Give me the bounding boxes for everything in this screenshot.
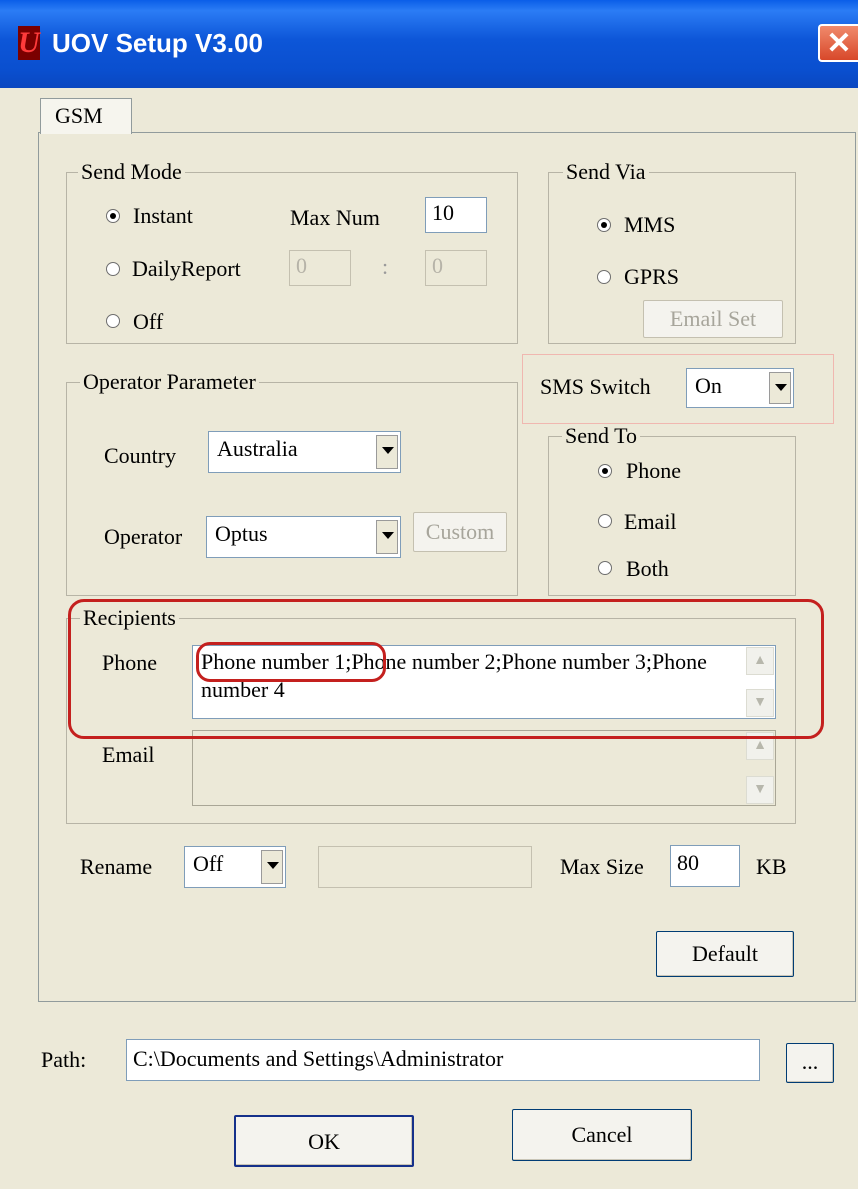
cancel-button[interactable]: Cancel	[512, 1109, 692, 1161]
app-logo-icon: U	[18, 26, 40, 60]
sms-switch-label: SMS Switch	[540, 374, 651, 399]
max-num-input[interactable]: 10	[425, 197, 487, 233]
ok-button[interactable]: OK	[234, 1115, 414, 1167]
email-set-button[interactable]: Email Set	[643, 300, 783, 338]
default-button[interactable]: Default	[656, 931, 794, 977]
chevron-down-icon[interactable]	[261, 850, 283, 884]
max-size-input[interactable]: 80	[670, 845, 740, 887]
gprs-label: GPRS	[624, 264, 680, 289]
max-num-label: Max Num	[290, 205, 380, 230]
rename-label: Rename	[80, 854, 153, 879]
close-button[interactable]: ✕	[818, 24, 858, 62]
send-to-phone-radio[interactable]	[598, 464, 612, 478]
operator-parameter-group	[66, 382, 518, 596]
scroll-up-icon[interactable]: ▲	[746, 647, 774, 675]
instant-radio[interactable]	[106, 209, 120, 223]
rename-text-input[interactable]	[318, 846, 532, 888]
tab-gsm[interactable]: GSM	[40, 98, 132, 134]
daily-minute-input[interactable]: 0	[425, 250, 487, 286]
chevron-down-icon[interactable]	[376, 435, 398, 469]
phone-recipients-textarea[interactable]: Phone number 1;Phone number 2;Phone numb…	[192, 645, 776, 719]
operator-value: Optus	[215, 521, 268, 546]
daily-hour-input[interactable]: 0	[289, 250, 351, 286]
off-label: Off	[133, 309, 164, 334]
gprs-radio[interactable]	[597, 270, 611, 284]
country-label: Country	[104, 443, 177, 468]
chevron-down-icon[interactable]	[769, 372, 791, 404]
operator-label: Operator	[104, 524, 183, 549]
rename-value: Off	[193, 851, 224, 876]
operator-parameter-legend: Operator Parameter	[80, 370, 259, 394]
setup-dialog: U UOV Setup V3.00 ✕ GSM Send Mode Instan…	[0, 0, 858, 1189]
send-to-legend: Send To	[562, 424, 641, 448]
path-label: Path:	[41, 1047, 87, 1072]
custom-button[interactable]: Custom	[413, 512, 507, 552]
send-to-email-label: Email	[624, 509, 677, 534]
sms-switch-value: On	[695, 373, 722, 398]
send-via-legend: Send Via	[563, 160, 649, 184]
instant-label: Instant	[133, 203, 193, 228]
scroll-down-icon[interactable]: ▼	[746, 776, 774, 804]
email-scrollbar[interactable]: ▲ ▼	[746, 732, 774, 804]
browse-button[interactable]: ...	[786, 1043, 834, 1083]
chevron-down-icon[interactable]	[376, 520, 398, 554]
phone-recipients-label: Phone	[102, 650, 157, 675]
title-bar[interactable]: U UOV Setup V3.00 ✕	[0, 0, 858, 88]
path-input[interactable]: C:\Documents and Settings\Administrator	[126, 1039, 760, 1081]
send-to-phone-label: Phone	[626, 458, 681, 483]
country-value: Australia	[217, 436, 298, 461]
country-select[interactable]: Australia	[208, 431, 401, 473]
email-recipients-textarea[interactable]: ▲ ▼	[192, 730, 776, 806]
rename-select[interactable]: Off	[184, 846, 286, 888]
phone-scrollbar[interactable]: ▲ ▼	[746, 647, 774, 717]
off-radio[interactable]	[106, 314, 120, 328]
scroll-up-icon[interactable]: ▲	[746, 732, 774, 760]
send-to-both-label: Both	[626, 556, 669, 581]
recipients-legend: Recipients	[80, 606, 179, 630]
mms-radio[interactable]	[597, 218, 611, 232]
daily-report-label: DailyReport	[132, 256, 241, 281]
operator-select[interactable]: Optus	[206, 516, 401, 558]
daily-report-radio[interactable]	[106, 262, 120, 276]
scroll-down-icon[interactable]: ▼	[746, 689, 774, 717]
window-title: UOV Setup V3.00	[52, 28, 263, 58]
email-recipients-label: Email	[102, 742, 155, 767]
max-size-unit: KB	[756, 854, 787, 879]
send-to-both-radio[interactable]	[598, 561, 612, 575]
send-to-email-radio[interactable]	[598, 514, 612, 528]
max-size-label: Max Size	[560, 854, 644, 879]
sms-switch-select[interactable]: On	[686, 368, 794, 408]
time-separator: :	[382, 254, 389, 279]
mms-label: MMS	[624, 212, 676, 237]
send-mode-legend: Send Mode	[78, 160, 185, 184]
phone-recipients-value: Phone number 1;Phone number 2;Phone numb…	[201, 649, 707, 702]
